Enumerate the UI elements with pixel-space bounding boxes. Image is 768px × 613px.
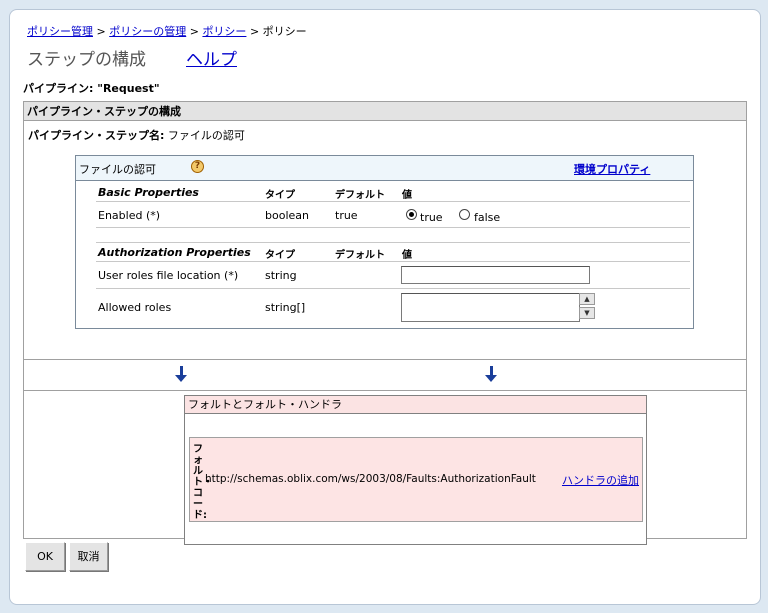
properties-panel: ファイルの認可 ? 環境プロパティ Basic Properties タイプ デ… (75, 155, 694, 329)
property-name: Allowed roles (98, 301, 172, 314)
scroll-down-icon[interactable]: ▼ (579, 307, 595, 319)
col-default-header: デフォルト (335, 250, 385, 261)
radio-true-label: true (420, 211, 443, 224)
divider (24, 359, 746, 360)
col-type-header: タイプ (265, 250, 295, 261)
breadcrumb: ポリシー管理 > ポリシーの管理 > ポリシー > ポリシー (27, 23, 307, 39)
properties-title: ファイルの認可 (79, 163, 156, 176)
property-type: boolean (265, 209, 309, 222)
property-type: string (265, 269, 297, 282)
env-properties-link[interactable]: 環境プロパティ (574, 161, 650, 177)
fault-code-value: http://schemas.oblix.com/ws/2003/08/Faul… (205, 473, 536, 485)
divider (24, 390, 746, 391)
col-value-header: 値 (402, 190, 412, 201)
col-type-header: タイプ (265, 190, 295, 201)
breadcrumb-policy-admin[interactable]: ポリシー管理 (27, 25, 93, 38)
help-link[interactable]: ヘルプ (186, 45, 237, 70)
step-name-value: ファイルの認可 (167, 129, 245, 142)
divider (96, 242, 690, 243)
divider (96, 288, 690, 289)
fault-panel-title: フォルトとフォルト・ハンドラ (185, 396, 646, 414)
page-frame: ポリシー管理 > ポリシーの管理 > ポリシー > ポリシー ステップの構成 ヘ… (9, 9, 761, 605)
divider (96, 261, 690, 262)
basic-properties-heading: Basic Properties (98, 186, 199, 199)
breadcrumb-separator: > (249, 25, 260, 38)
question-icon[interactable]: ? (191, 160, 204, 173)
divider (96, 227, 690, 228)
allowed-roles-textarea[interactable] (401, 293, 580, 322)
breadcrumb-separator: > (96, 25, 106, 38)
fault-code-label: フォルト・コード: (193, 444, 213, 521)
step-config-panel: パイプライン・ステップの構成 パイプライン・ステップ名: ファイルの認可 ファイ… (23, 101, 747, 545)
user-roles-file-input[interactable] (401, 266, 590, 284)
radio-false-label: false (474, 211, 501, 224)
cancel-button[interactable]: 取消 (69, 542, 108, 571)
col-value-header: 値 (402, 250, 412, 261)
breadcrumb-current: ポリシー (262, 25, 307, 38)
breadcrumb-separator: > (189, 25, 199, 38)
scroll-up-icon[interactable]: ▲ (579, 293, 595, 305)
divider (96, 201, 690, 202)
add-handler-link[interactable]: ハンドラの追加 (562, 472, 639, 488)
properties-header: ファイルの認可 ? 環境プロパティ (76, 156, 693, 181)
radio-true[interactable] (406, 209, 417, 220)
property-type: string[] (265, 301, 306, 314)
radio-false[interactable] (459, 209, 470, 220)
page-title: ステップの構成 (27, 50, 146, 70)
step-name-row: パイプライン・ステップ名: ファイルの認可 (28, 127, 245, 143)
step-config-title: パイプライン・ステップの構成 (24, 102, 746, 121)
breadcrumb-policy-manage[interactable]: ポリシーの管理 (109, 25, 186, 38)
ok-button[interactable]: OK (25, 542, 65, 571)
col-default-header: デフォルト (335, 190, 385, 201)
fault-row: フォルト・コード: http://schemas.oblix.com/ws/20… (189, 437, 643, 522)
auth-properties-heading: Authorization Properties (98, 246, 251, 259)
step-name-label: パイプライン・ステップ名: (28, 129, 165, 142)
property-name: User roles file location (*) (98, 269, 239, 282)
property-default: true (335, 209, 358, 222)
property-name: Enabled (*) (98, 209, 161, 222)
pipeline-label: パイプライン: "Request" (23, 82, 160, 95)
fault-panel: フォルトとフォルト・ハンドラ フォルト・コード: http://schemas.… (184, 395, 647, 545)
breadcrumb-policy[interactable]: ポリシー (202, 25, 246, 38)
